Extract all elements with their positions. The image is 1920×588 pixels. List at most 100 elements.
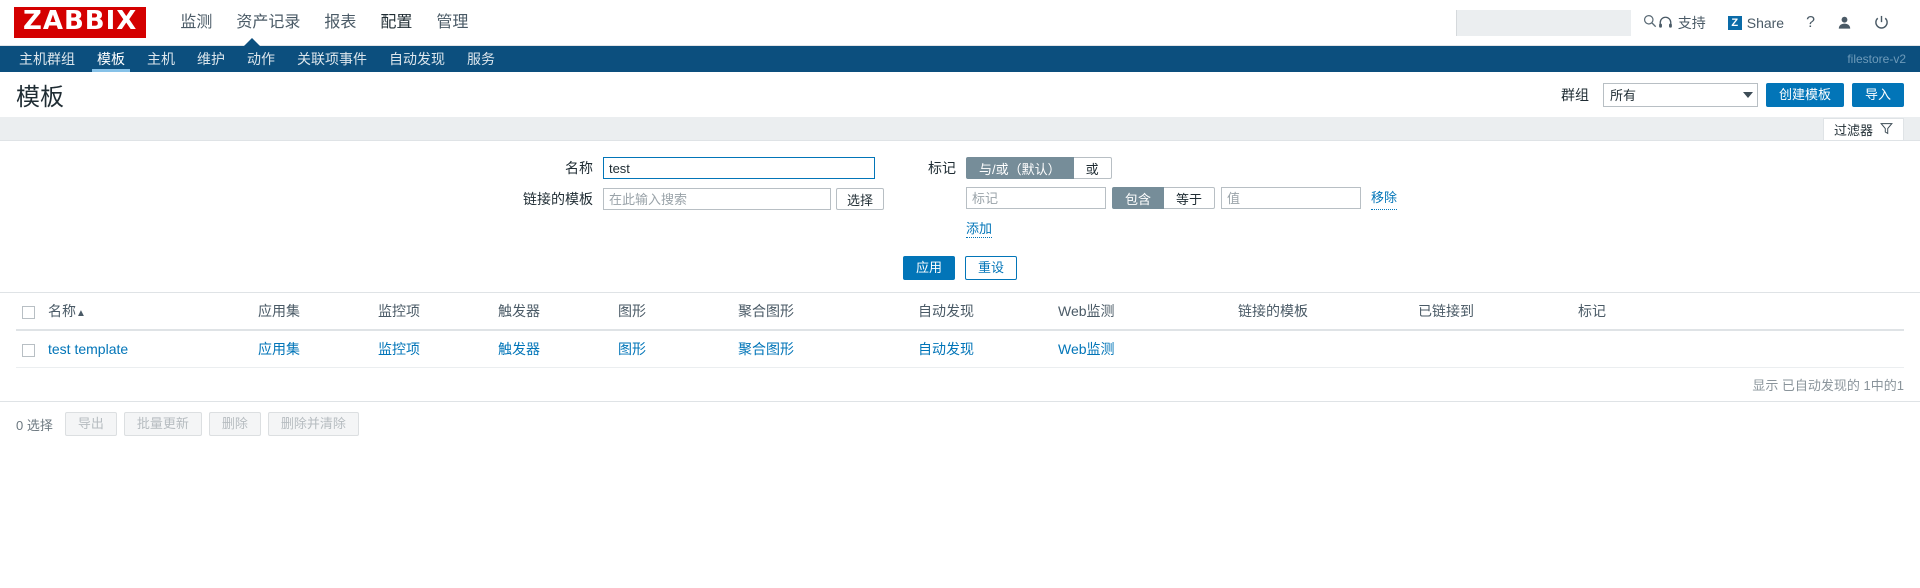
- graphs-link[interactable]: 图形: [618, 341, 646, 357]
- table-head: 名称▲ 应用集 监控项 触发器 图形 聚合图形 自动发现 Web监测 链接的模板…: [16, 293, 1904, 331]
- filter-row-name: 名称: [523, 157, 884, 179]
- nav-item-configuration[interactable]: 配置: [368, 0, 424, 46]
- selected-count-label: 0 选择: [16, 417, 53, 433]
- column-header-discovery: 自动发现: [912, 293, 1052, 331]
- delete-button[interactable]: 删除: [208, 412, 261, 436]
- column-header-name[interactable]: 名称▲: [42, 293, 252, 331]
- user-profile-link[interactable]: [1826, 15, 1863, 30]
- subnav-item-hosts[interactable]: 主机: [136, 46, 186, 72]
- table-status-row: 显示 已自动发现的 1中的1: [0, 368, 1920, 402]
- apply-filter-button[interactable]: 应用: [902, 256, 955, 280]
- column-header-linked-to: 已链接到: [1412, 293, 1572, 331]
- tag-remove-link[interactable]: 移除: [1371, 187, 1398, 210]
- server-name-label: filestore-v2: [1847, 52, 1906, 66]
- items-link[interactable]: 监控项: [378, 341, 420, 357]
- subnav-item-host-groups[interactable]: 主机群组: [8, 46, 86, 72]
- web-link[interactable]: Web监测: [1058, 341, 1115, 357]
- column-header-web: Web监测: [1052, 293, 1232, 331]
- nav-item-administration[interactable]: 管理: [424, 0, 480, 46]
- subnav-item-actions[interactable]: 动作: [236, 46, 286, 72]
- subnav-item-maintenance[interactable]: 维护: [186, 46, 236, 72]
- template-name-link[interactable]: test template: [48, 341, 128, 357]
- applications-link[interactable]: 应用集: [258, 341, 300, 357]
- question-mark-icon: ?: [1806, 13, 1815, 31]
- header-actions: 支持 Z Share ?: [1455, 9, 1906, 36]
- page-header: 模板 群组 所有 创建模板 导入: [0, 72, 1920, 118]
- mass-update-button[interactable]: 批量更新: [123, 412, 202, 436]
- filter-column-left: 名称 链接的模板 选择: [523, 157, 884, 238]
- row-triggers-cell: 触发器: [492, 330, 612, 368]
- column-header-tags: 标记: [1572, 293, 1904, 331]
- table-footer-actions: 0 选择 导出 批量更新 删除 删除并清除: [0, 402, 1920, 446]
- tag-name-input[interactable]: [965, 187, 1106, 209]
- power-icon: [1874, 15, 1889, 30]
- tag-add-link[interactable]: 添加: [965, 218, 992, 238]
- screens-link[interactable]: 聚合图形: [738, 341, 794, 357]
- group-select[interactable]: 所有: [1602, 82, 1758, 107]
- user-icon: [1837, 15, 1852, 30]
- table-row: test template 应用集 监控项 触发器 图形 聚合图形 自动发现 W…: [16, 330, 1904, 368]
- subnav-item-services[interactable]: 服务: [456, 46, 506, 72]
- column-header-applications: 应用集: [252, 293, 372, 331]
- table-body: test template 应用集 监控项 触发器 图形 聚合图形 自动发现 W…: [16, 330, 1904, 368]
- tag-evaltype-or[interactable]: 或: [1072, 157, 1112, 179]
- sub-navigation: 主机群组 模板 主机 维护 动作 关联项事件 自动发现 服务 filestore…: [0, 38, 1920, 72]
- row-select-cell: [16, 330, 42, 368]
- signout-link[interactable]: [1863, 15, 1900, 30]
- group-select-value: 所有: [1609, 88, 1636, 103]
- filter-tab-row: 过滤器: [0, 118, 1920, 140]
- column-header-items: 监控项: [372, 293, 492, 331]
- filter-row-tag-condition: 包含 等于 移除: [922, 187, 1398, 210]
- filter-grid: 名称 链接的模板 选择 标记 与/或（默认） 或: [0, 157, 1920, 238]
- import-button[interactable]: 导入: [1851, 82, 1904, 107]
- tag-operator-contains[interactable]: 包含: [1111, 187, 1164, 209]
- subnav-item-templates[interactable]: 模板: [86, 46, 136, 72]
- tag-evaltype-andor[interactable]: 与/或（默认）: [965, 157, 1074, 179]
- select-all-checkbox[interactable]: [22, 305, 35, 319]
- row-linked-templates-cell: [1232, 330, 1412, 368]
- share-badge-icon: Z: [1727, 15, 1742, 30]
- nav-item-reports[interactable]: 报表: [312, 0, 368, 46]
- filter-row-linked-templates: 链接的模板 选择: [523, 188, 884, 210]
- create-template-button[interactable]: 创建模板: [1765, 82, 1844, 107]
- tag-value-input[interactable]: [1221, 187, 1362, 209]
- page-title: 模板: [16, 84, 64, 111]
- filter-icon: [1880, 122, 1893, 138]
- linked-templates-input[interactable]: [602, 188, 831, 210]
- subnav-item-event-correlation[interactable]: 关联项事件: [286, 46, 378, 72]
- zabbix-logo[interactable]: ZABBIX: [14, 6, 147, 39]
- global-search[interactable]: [1455, 9, 1656, 36]
- select-templates-button[interactable]: 选择: [835, 188, 884, 210]
- help-link[interactable]: ?: [1795, 14, 1826, 32]
- support-link[interactable]: 支持: [1647, 13, 1717, 33]
- subnav-item-discovery[interactable]: 自动发现: [378, 46, 456, 72]
- delete-and-clear-button[interactable]: 删除并清除: [267, 412, 359, 436]
- linked-templates-filter-label: 链接的模板: [522, 191, 593, 207]
- export-button[interactable]: 导出: [64, 412, 117, 436]
- discovery-link[interactable]: 自动发现: [918, 341, 974, 357]
- filter-row-tag-add: 添加: [922, 218, 1397, 238]
- nav-item-monitoring[interactable]: 监测: [168, 0, 224, 46]
- top-header: ZABBIX 监测 资产记录 报表 配置 管理 支持 Z Share ?: [0, 0, 1920, 46]
- share-label: Share: [1746, 14, 1785, 31]
- triggers-link[interactable]: 触发器: [498, 341, 540, 357]
- filter-tab[interactable]: 过滤器: [1822, 118, 1904, 140]
- row-items-cell: 监控项: [372, 330, 492, 368]
- templates-table: 名称▲ 应用集 监控项 触发器 图形 聚合图形 自动发现 Web监测 链接的模板…: [16, 293, 1904, 368]
- row-screens-cell: 聚合图形: [732, 330, 912, 368]
- sort-arrow-icon: ▲: [76, 308, 86, 319]
- name-filter-input[interactable]: [602, 157, 875, 179]
- nav-item-inventory[interactable]: 资产记录: [224, 0, 312, 46]
- filter-panel: 名称 链接的模板 选择 标记 与/或（默认） 或: [0, 140, 1920, 293]
- row-graphs-cell: 图形: [612, 330, 732, 368]
- row-checkbox[interactable]: [22, 343, 35, 357]
- reset-filter-button[interactable]: 重设: [965, 256, 1018, 280]
- column-header-triggers: 触发器: [492, 293, 612, 331]
- share-link[interactable]: Z Share: [1717, 15, 1795, 31]
- tag-operator-equals[interactable]: 等于: [1163, 187, 1216, 209]
- column-header-linked-templates: 链接的模板: [1232, 293, 1412, 331]
- search-input[interactable]: [1462, 14, 1643, 31]
- filter-row-tag-evaltype: 标记 与/或（默认） 或: [922, 157, 1397, 179]
- displaying-count-text: 显示 已自动发现的 1中的1: [1752, 378, 1904, 393]
- filter-tab-label: 过滤器: [1833, 123, 1873, 138]
